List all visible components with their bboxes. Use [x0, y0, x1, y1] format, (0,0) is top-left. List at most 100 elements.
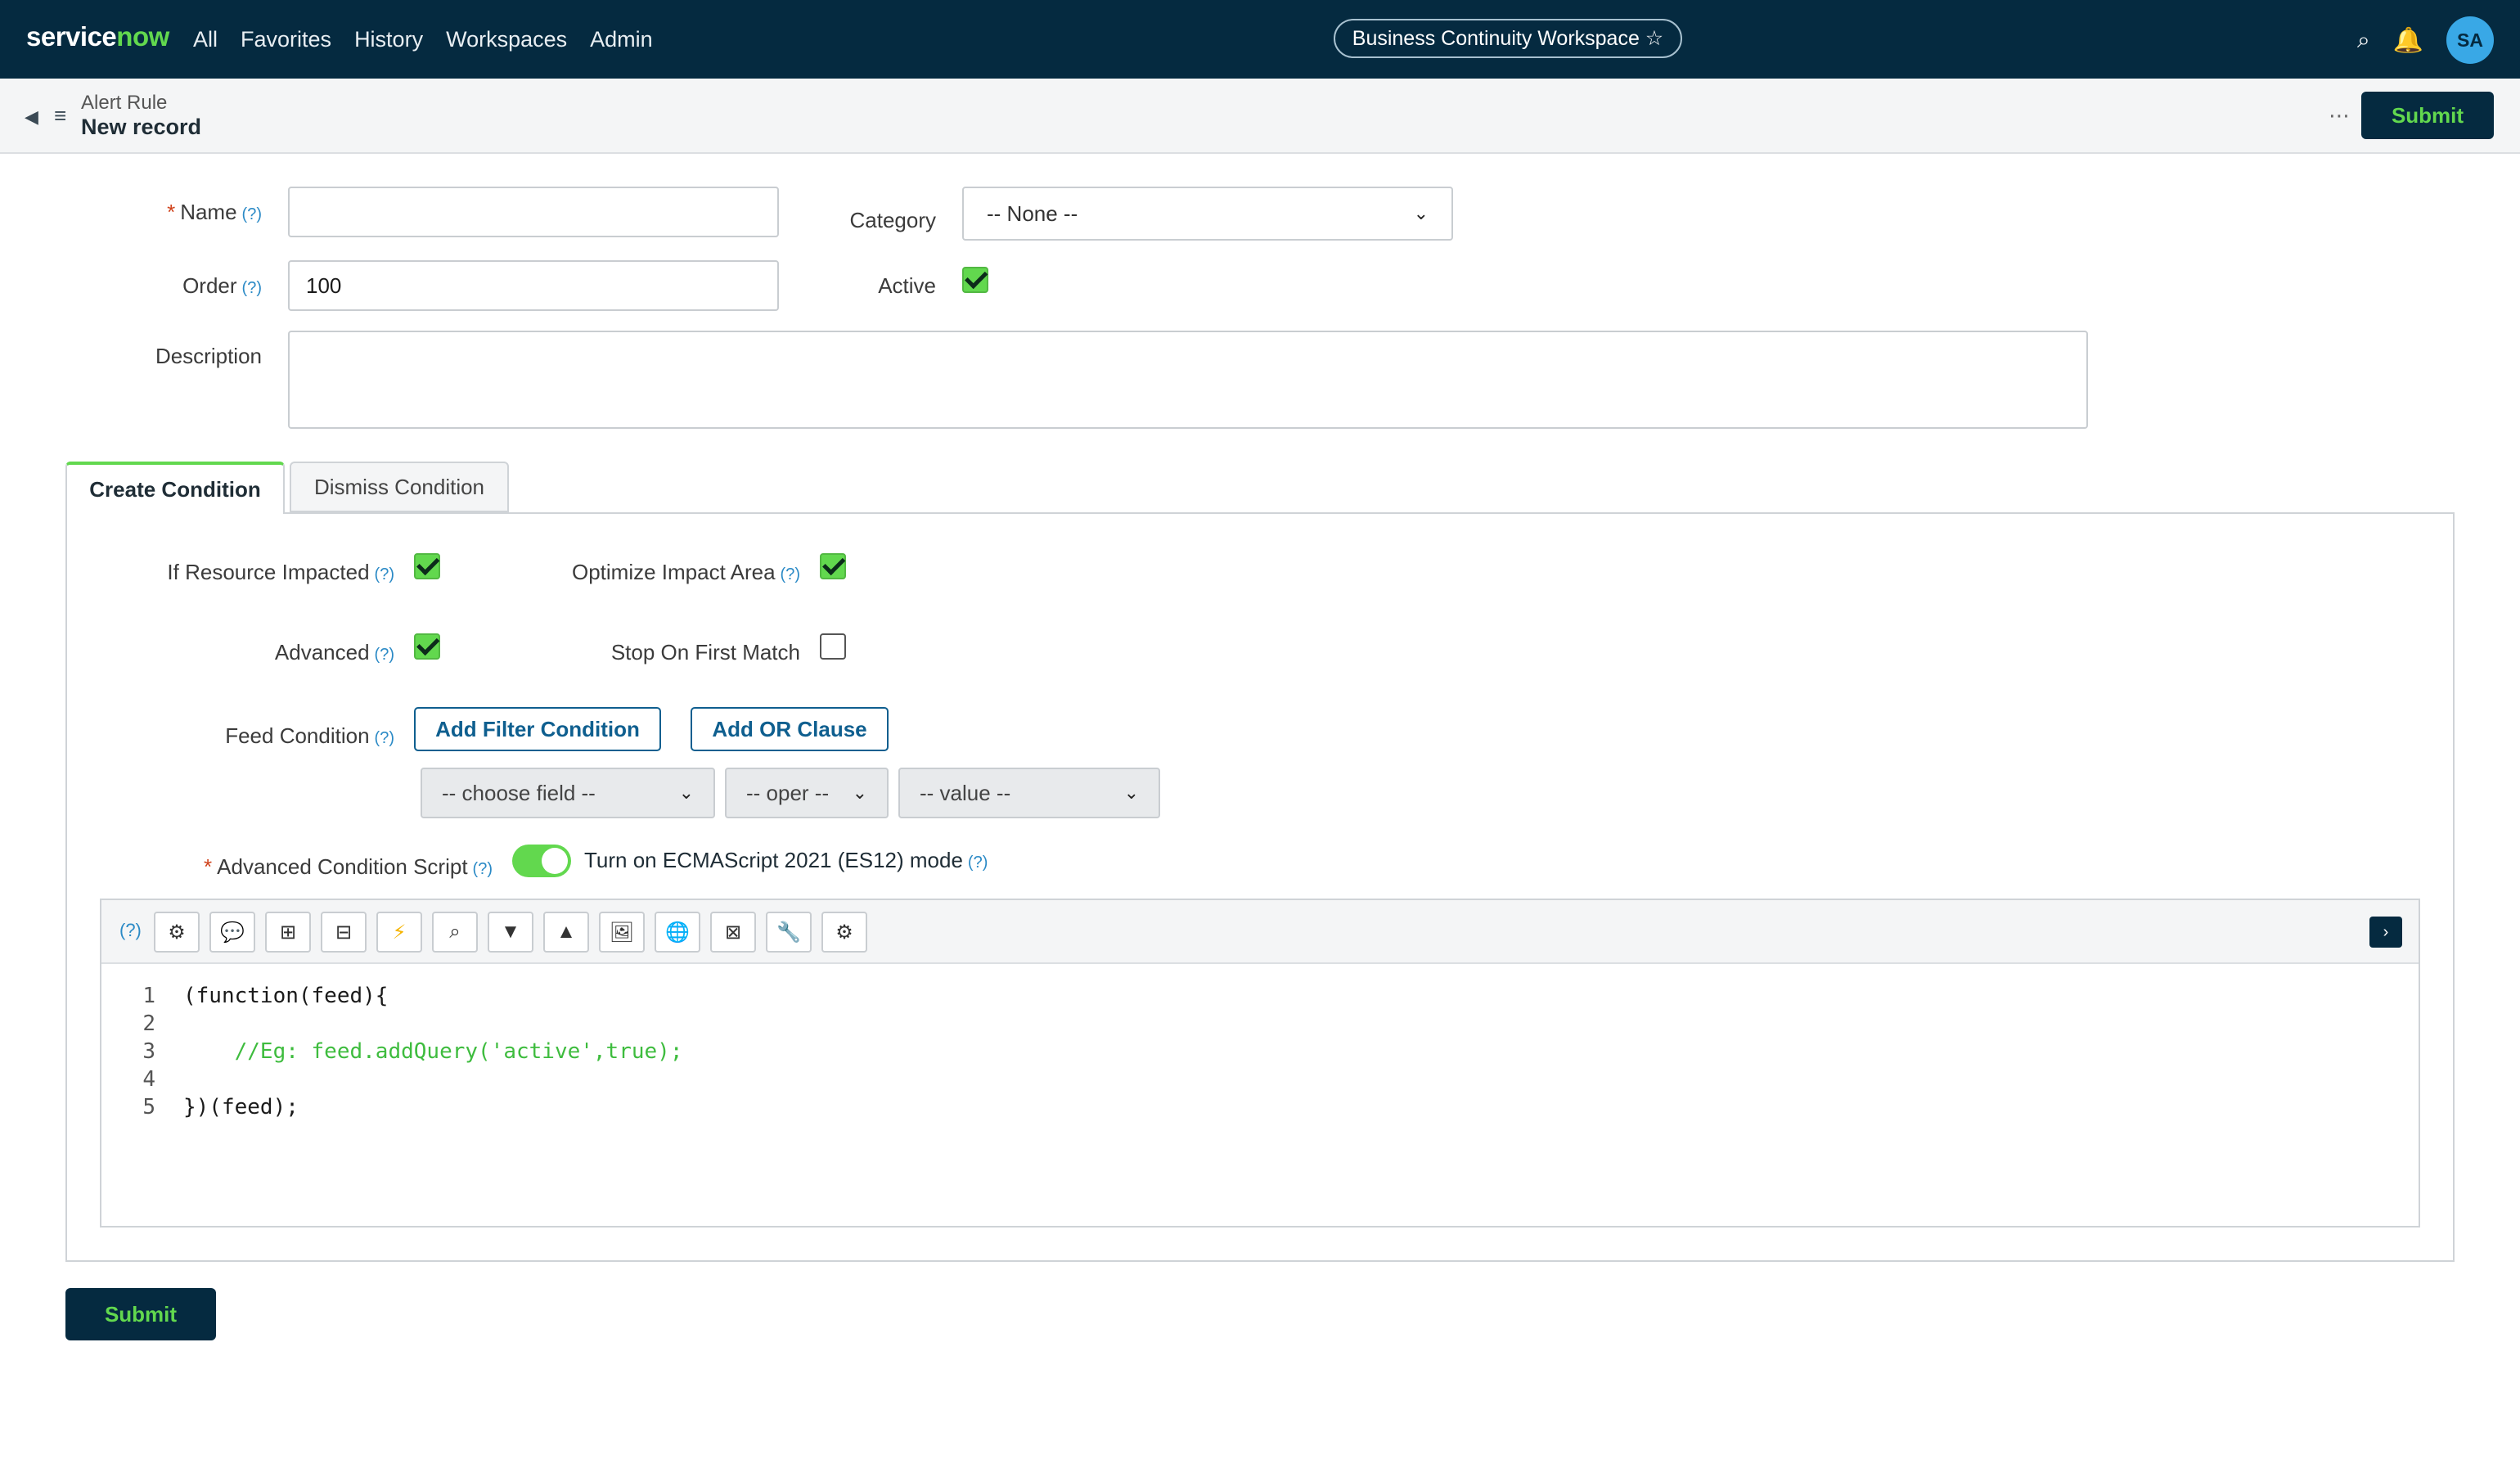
- add-or-clause-button[interactable]: Add OR Clause: [691, 707, 889, 751]
- fullscreen-icon[interactable]: ⊠: [710, 912, 756, 953]
- es12-mode-label: Turn on ECMAScript 2021 (ES12) mode (?): [584, 848, 988, 873]
- record-name: New record: [81, 115, 202, 139]
- script-debug-icon[interactable]: ⚡: [376, 912, 422, 953]
- line-number: 1: [142, 984, 155, 1008]
- back-icon[interactable]: ◀: [25, 106, 38, 128]
- more-options-icon[interactable]: ⋯: [2329, 103, 2351, 128]
- description-textarea[interactable]: [288, 331, 2088, 429]
- order-label-text: Order: [182, 273, 237, 298]
- script-help-link[interactable]: (?): [473, 860, 493, 878]
- es12-mode-toggle[interactable]: [512, 845, 571, 877]
- globe-icon[interactable]: 🌐: [655, 912, 700, 953]
- footer-submit-button[interactable]: Submit: [65, 1288, 216, 1340]
- image-icon[interactable]: 🖼: [599, 912, 645, 953]
- arrow-up-icon[interactable]: ▲: [543, 912, 589, 953]
- active-label: Active: [878, 273, 936, 298]
- required-marker: *: [167, 200, 176, 224]
- chevron-down-icon: ⌄: [852, 782, 867, 803]
- nav-links: All Favorites History Workspaces Admin: [193, 27, 653, 52]
- order-input[interactable]: 100: [288, 260, 779, 311]
- line-number: 3: [142, 1039, 155, 1064]
- stop-on-first-match-checkbox[interactable]: [820, 633, 846, 660]
- choose-field-value: -- choose field --: [442, 780, 596, 805]
- optimize-impact-area-label: Optimize Impact Area (?): [572, 560, 800, 585]
- editor-toolbar: (?) ⚙ 💬 ⊞ ⊟ ⚡ ⌕ ▼ ▲ 🖼 🌐 ⊠ 🔧 ⚙ ›: [101, 900, 2419, 964]
- advanced-condition-script-label: * Advanced Condition Script (?): [204, 854, 493, 880]
- if-resource-impacted-text: If Resource Impacted: [167, 560, 370, 584]
- collapse-icon[interactable]: ⊟: [321, 912, 367, 953]
- nav-all[interactable]: All: [193, 27, 218, 52]
- nav-admin[interactable]: Admin: [590, 27, 653, 52]
- nav-history[interactable]: History: [354, 27, 423, 52]
- stop-on-first-match-label: Stop On First Match: [610, 640, 800, 664]
- code-comment: //Eg: feed.addQuery('active',true);: [183, 1039, 683, 1064]
- editor-help-link[interactable]: (?): [119, 920, 142, 941]
- category-select[interactable]: -- None -- ⌄: [962, 187, 1453, 241]
- bell-icon[interactable]: 🔔: [2393, 26, 2423, 55]
- brand-text: service: [26, 21, 117, 52]
- format-icon[interactable]: ⊞: [265, 912, 311, 953]
- brand-text-accent: now: [116, 21, 169, 52]
- chevron-down-icon: ⌄: [1413, 203, 1429, 223]
- if-resource-help-link[interactable]: (?): [375, 565, 394, 583]
- value-selected: -- value --: [920, 780, 1011, 805]
- comment-icon[interactable]: 💬: [209, 912, 255, 953]
- tab-create-condition[interactable]: Create Condition: [65, 462, 285, 514]
- add-filter-condition-button[interactable]: Add Filter Condition: [414, 707, 661, 751]
- name-input[interactable]: [288, 187, 779, 237]
- name-help-link[interactable]: (?): [242, 205, 262, 223]
- category-label: Category: [849, 208, 937, 232]
- gear-icon[interactable]: ⚙: [154, 912, 200, 953]
- optimize-help-link[interactable]: (?): [781, 565, 800, 583]
- order-label: Order (?): [182, 273, 262, 299]
- order-help-link[interactable]: (?): [242, 279, 262, 297]
- choose-field-select[interactable]: -- choose field -- ⌄: [421, 768, 715, 818]
- es12-help-link[interactable]: (?): [968, 854, 988, 872]
- advanced-checkbox[interactable]: [414, 633, 440, 660]
- nav-right: ⌕ 🔔 SA: [2357, 16, 2494, 64]
- expand-panel-icon[interactable]: ›: [2369, 917, 2402, 948]
- feed-condition-help-link[interactable]: (?): [375, 729, 394, 747]
- if-resource-impacted-label: If Resource Impacted (?): [167, 560, 394, 585]
- script-editor[interactable]: (?) ⚙ 💬 ⊞ ⊟ ⚡ ⌕ ▼ ▲ 🖼 🌐 ⊠ 🔧 ⚙ › 1 (functi…: [100, 899, 2420, 1228]
- menu-icon[interactable]: ≡: [54, 103, 66, 128]
- search-icon[interactable]: ⌕: [2357, 27, 2370, 54]
- name-label: * Name (?): [167, 200, 262, 225]
- feed-condition-label: Feed Condition (?): [225, 723, 394, 749]
- workspace-pill[interactable]: Business Continuity Workspace ☆: [1334, 19, 1682, 58]
- search-icon[interactable]: ⌕: [432, 912, 478, 953]
- feed-condition-text: Feed Condition: [225, 723, 370, 748]
- operator-select[interactable]: -- oper -- ⌄: [725, 768, 889, 818]
- line-number: 2: [142, 1011, 155, 1036]
- advanced-label: Advanced (?): [275, 640, 394, 665]
- record-header: ◀ ≡ Alert Rule New record ⋯ Submit: [0, 79, 2520, 154]
- required-marker: *: [204, 854, 213, 879]
- header-submit-button[interactable]: Submit: [2361, 92, 2494, 139]
- settings-icon[interactable]: ⚙: [821, 912, 867, 953]
- name-label-text: Name: [180, 200, 237, 224]
- chevron-down-icon: ⌄: [1123, 782, 1139, 803]
- value-select[interactable]: -- value -- ⌄: [898, 768, 1160, 818]
- description-label: Description: [155, 344, 262, 368]
- brand-logo[interactable]: servicenow: [26, 21, 169, 52]
- operator-value: -- oper --: [746, 780, 830, 805]
- advanced-help-link[interactable]: (?): [375, 646, 394, 664]
- wrench-icon[interactable]: 🔧: [766, 912, 812, 953]
- chevron-down-icon: ⌄: [678, 782, 694, 803]
- code-text: })(feed);: [183, 1095, 299, 1119]
- record-type: Alert Rule: [81, 92, 168, 114]
- optimize-impact-area-text: Optimize Impact Area: [572, 560, 776, 584]
- code-text: (function(feed){: [183, 984, 389, 1008]
- line-number: 4: [142, 1067, 155, 1092]
- optimize-impact-area-checkbox[interactable]: [820, 553, 846, 579]
- line-number: 5: [142, 1095, 155, 1119]
- advanced-condition-script-text: Advanced Condition Script: [217, 854, 468, 879]
- arrow-down-icon[interactable]: ▼: [488, 912, 533, 953]
- avatar[interactable]: SA: [2446, 16, 2494, 64]
- nav-favorites[interactable]: Favorites: [241, 27, 331, 52]
- advanced-label-text: Advanced: [274, 640, 370, 664]
- active-checkbox[interactable]: [962, 267, 988, 293]
- tab-dismiss-condition[interactable]: Dismiss Condition: [290, 462, 509, 512]
- if-resource-impacted-checkbox[interactable]: [414, 553, 440, 579]
- nav-workspaces[interactable]: Workspaces: [446, 27, 567, 52]
